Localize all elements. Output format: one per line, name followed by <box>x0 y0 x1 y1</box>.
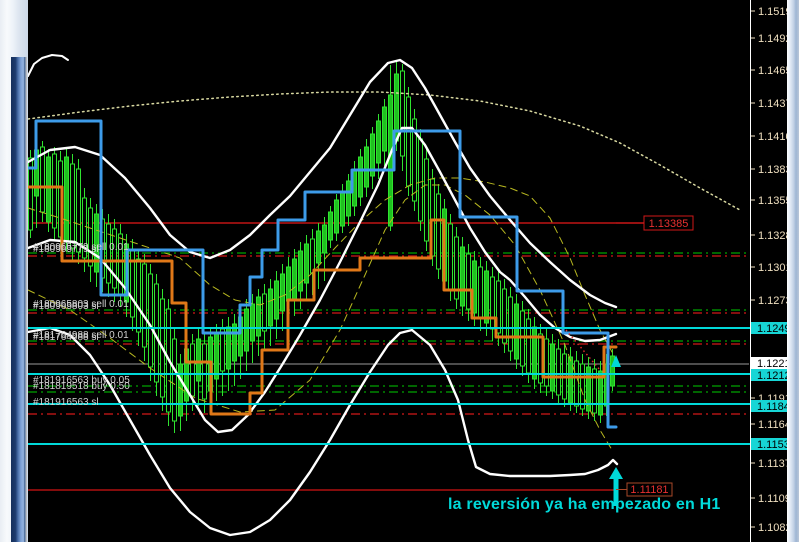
price-tag-box[interactable]: 1.13385 <box>616 216 693 230</box>
window-frame-left <box>0 0 28 542</box>
order-label[interactable]: #181764988 sl <box>33 332 99 343</box>
order-label[interactable]: #180965779 sl <box>33 244 99 255</box>
price-tag-box[interactable]: 1.11181 <box>616 483 672 496</box>
order-label[interactable]: #181916563 sl <box>33 397 99 408</box>
annotation-text[interactable]: la reversión ya ha empezado en H1 <box>448 496 721 514</box>
window-frame-right <box>787 0 799 542</box>
order-label[interactable]: #181819518 buy 0.50 <box>33 381 130 392</box>
metatrader-chart-window: 1.133851.111811.151951.149201.146501.143… <box>0 0 799 542</box>
svg-text:1.11181: 1.11181 <box>630 484 668 496</box>
order-label[interactable]: #180965803 sl <box>33 301 99 312</box>
price-axis-separator <box>750 0 751 542</box>
svg-text:1.13385: 1.13385 <box>649 218 689 230</box>
left-scrollbar-thumb[interactable] <box>11 57 27 542</box>
white-fragment-topleft <box>28 55 68 76</box>
chart-canvas[interactable]: 1.133851.111811.151951.149201.146501.143… <box>0 0 799 542</box>
